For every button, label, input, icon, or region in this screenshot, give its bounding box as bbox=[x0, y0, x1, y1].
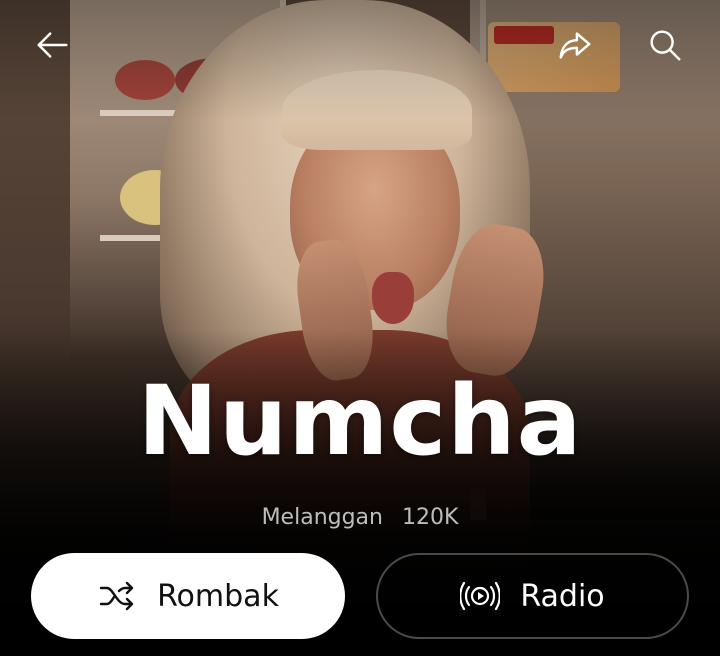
search-button[interactable] bbox=[642, 22, 688, 68]
radio-broadcast-icon bbox=[460, 581, 501, 611]
artist-page: Numcha Melanggan 120K Rombak Radio bbox=[0, 0, 720, 656]
radio-button[interactable]: Radio bbox=[376, 553, 689, 639]
subscribers-value: 120K bbox=[402, 505, 459, 530]
shuffle-button[interactable]: Rombak bbox=[31, 553, 345, 639]
shuffle-label: Rombak bbox=[157, 578, 279, 614]
search-icon bbox=[650, 30, 681, 61]
share-arrow-icon bbox=[559, 32, 591, 59]
radio-label: Radio bbox=[520, 578, 605, 614]
tongue bbox=[372, 272, 414, 324]
subscribers-label: Melanggan bbox=[261, 505, 383, 530]
back-button[interactable] bbox=[30, 22, 76, 68]
shuffle-icon bbox=[99, 581, 134, 611]
arrow-left-icon bbox=[37, 32, 68, 58]
subscriber-count: Melanggan 120K bbox=[0, 505, 720, 530]
artist-name: Numcha bbox=[137, 365, 583, 477]
share-button[interactable] bbox=[552, 22, 598, 68]
